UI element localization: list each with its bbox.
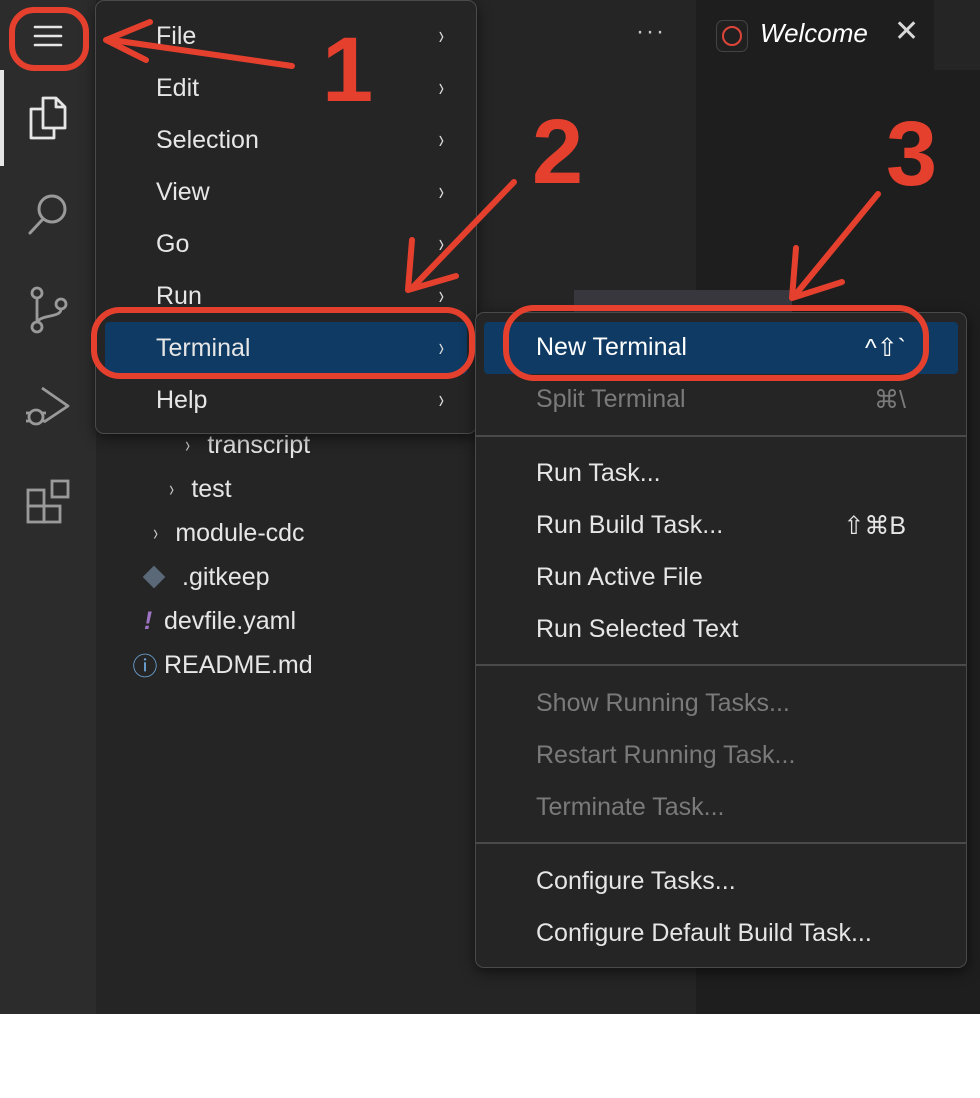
- tree-folder-test[interactable]: › test: [168, 469, 232, 509]
- annotation-number-2: 2: [532, 101, 584, 203]
- more-actions-icon[interactable]: ···: [636, 18, 666, 46]
- chevron-right-icon: ›: [439, 384, 445, 414]
- activity-bar: [0, 0, 96, 1014]
- yaml-icon: !: [143, 606, 153, 635]
- menu-item-configure-default-build-task[interactable]: Configure Default Build Task...: [476, 908, 966, 960]
- menu-item-label: Configure Default Build Task...: [536, 919, 872, 947]
- menu-item-terminal[interactable]: Terminal ›: [105, 322, 467, 374]
- menu-item-label: Selection: [156, 126, 259, 154]
- chevron-right-icon: ›: [153, 520, 159, 545]
- chevron-right-icon: ›: [185, 432, 191, 457]
- menu-item-view[interactable]: View ›: [96, 166, 476, 218]
- tree-file-gitkeep[interactable]: .gitkeep: [142, 557, 270, 597]
- tab-welcome[interactable]: Welcome ✕: [696, 0, 934, 70]
- menu-item-label: Help: [156, 386, 208, 414]
- tree-item-label: devfile.yaml: [164, 606, 296, 635]
- menu-item-edit[interactable]: Edit ›: [96, 62, 476, 114]
- vscode-window: › transcript › test › module-cdc .gitkee…: [0, 0, 980, 1014]
- menu-item-label: Configure Tasks...: [536, 867, 736, 895]
- menu-item-file[interactable]: File ›: [96, 10, 476, 62]
- menu-item-run-active-file[interactable]: Run Active File: [476, 552, 966, 604]
- tree-file-readme[interactable]: ⓘ README.md: [126, 645, 313, 685]
- tree-item-label: transcript: [207, 430, 311, 459]
- menu-item-configure-tasks[interactable]: Configure Tasks...: [476, 856, 966, 908]
- menu-item-label: Terminal: [156, 334, 251, 362]
- chevron-right-icon: ›: [439, 176, 445, 206]
- chevron-right-icon: ›: [169, 476, 175, 501]
- menu-item-label: Run Build Task...: [536, 511, 724, 539]
- menu-item-label: Edit: [156, 74, 200, 102]
- chevron-right-icon: ›: [439, 124, 445, 154]
- chevron-right-icon: ›: [439, 280, 445, 310]
- tree-item-label: test: [191, 474, 232, 503]
- menu-item-label: Run Selected Text: [536, 615, 739, 643]
- chevron-right-icon: ›: [439, 20, 445, 50]
- git-icon: [142, 565, 166, 589]
- menu-item-label: File: [156, 22, 197, 50]
- menu-item-terminate-task[interactable]: Terminate Task...: [476, 782, 966, 834]
- menu-item-selection[interactable]: Selection ›: [96, 114, 476, 166]
- menu-item-split-terminal[interactable]: Split Terminal ⌘\: [476, 374, 966, 426]
- search-icon[interactable]: [0, 166, 96, 262]
- tab-label: Welcome: [760, 18, 868, 48]
- tree-file-devfile[interactable]: ! devfile.yaml: [132, 601, 296, 641]
- menu-item-label: View: [156, 178, 210, 206]
- run-debug-icon[interactable]: [0, 358, 96, 454]
- menu-item-label: Restart Running Task...: [536, 741, 796, 769]
- menu-item-new-terminal[interactable]: New Terminal ^⇧`: [484, 322, 958, 374]
- tree-item-label: .gitkeep: [182, 562, 270, 591]
- annotation-arrow-3: [793, 191, 881, 297]
- annotation-arrowhead-3: [789, 245, 845, 301]
- menu-item-label: Run Active File: [536, 563, 703, 591]
- tree-item-label: module-cdc: [175, 518, 305, 547]
- menu-item-label: Show Running Tasks...: [536, 689, 790, 717]
- keyboard-shortcut: ⌘\: [874, 386, 906, 414]
- annotation-number-3: 3: [886, 103, 938, 205]
- menu-item-run-selected-text[interactable]: Run Selected Text: [476, 604, 966, 656]
- menu-item-show-running-tasks[interactable]: Show Running Tasks...: [476, 678, 966, 730]
- menu-separator: [476, 842, 966, 844]
- menu-item-restart-running-task[interactable]: Restart Running Task...: [476, 730, 966, 782]
- info-icon: ⓘ: [132, 653, 158, 681]
- tree-folder-module-cdc[interactable]: › module-cdc: [152, 513, 305, 553]
- menu-item-help[interactable]: Help ›: [96, 374, 476, 426]
- menu-separator: [476, 435, 966, 437]
- menu-item-run-build-task[interactable]: Run Build Task... ⇧⌘B: [476, 500, 966, 552]
- menu-item-label: Run Task...: [536, 459, 661, 487]
- menu-separator: [476, 664, 966, 666]
- source-control-icon[interactable]: [0, 262, 96, 358]
- keyboard-shortcut: ^⇧`: [864, 334, 906, 362]
- selected-row-strip: [574, 290, 792, 312]
- chevron-right-icon: ›: [439, 228, 445, 258]
- keyboard-shortcut: ⇧⌘B: [843, 512, 906, 540]
- menu-item-label: Go: [156, 230, 190, 258]
- explorer-icon[interactable]: [0, 70, 96, 166]
- tab-bar: Welcome ✕: [696, 0, 980, 70]
- terminal-submenu: New Terminal ^⇧` Split Terminal ⌘\ Run T…: [475, 312, 967, 968]
- menu-item-run[interactable]: Run ›: [96, 270, 476, 322]
- tree-item-label: README.md: [164, 650, 313, 679]
- menu-item-run-task[interactable]: Run Task...: [476, 448, 966, 500]
- close-icon[interactable]: ✕: [894, 14, 919, 49]
- menu-item-go[interactable]: Go ›: [96, 218, 476, 270]
- welcome-icon: [716, 20, 748, 52]
- menu-item-label: Terminate Task...: [536, 793, 725, 821]
- chevron-right-icon: ›: [439, 332, 445, 362]
- menu-item-label: Split Terminal: [536, 385, 686, 413]
- application-menu: File › Edit › Selection › View › Go › Ru…: [95, 0, 477, 434]
- chevron-right-icon: ›: [439, 72, 445, 102]
- menu-item-label: Run: [156, 282, 202, 310]
- extensions-icon[interactable]: [0, 454, 96, 550]
- annotation-number-1: 1: [322, 19, 374, 121]
- menu-item-label: New Terminal: [536, 333, 687, 361]
